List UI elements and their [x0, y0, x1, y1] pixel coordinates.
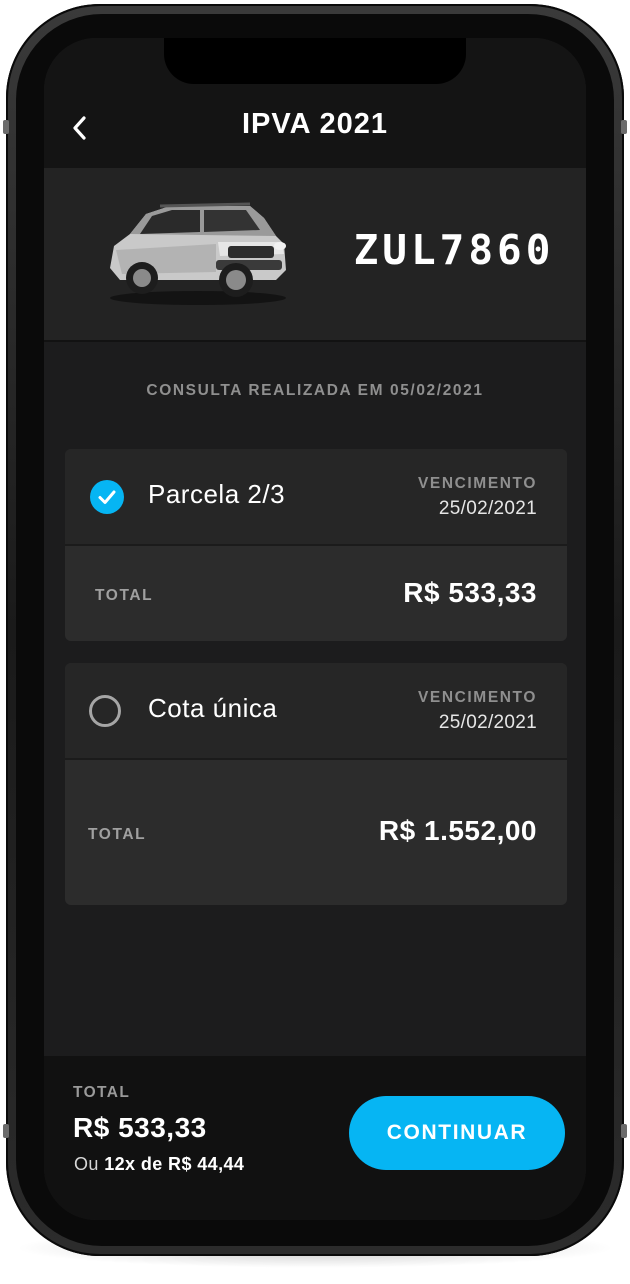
- option-header: Parcela 2/3 VENCIMENTO 25/02/2021: [65, 449, 567, 546]
- side-button-right-top: [621, 120, 627, 134]
- due-date: 25/02/2021: [438, 498, 537, 519]
- checkmark-icon: [98, 490, 116, 504]
- option-label: Cota única: [148, 693, 278, 723]
- vehicle-card: ZUL7860: [44, 168, 586, 342]
- installments-text: Ou 12x de R$ 44,44: [74, 1154, 244, 1175]
- consulta-date-text: CONSULTA REALIZADA EM 05/02/2021: [146, 382, 484, 399]
- option-label: Parcela 2/3: [148, 479, 286, 509]
- option-header: Cota única VENCIMENTO 25/02/2021: [65, 663, 567, 760]
- due-label: VENCIMENTO: [417, 475, 537, 492]
- due-label: VENCIMENTO: [417, 689, 537, 706]
- side-button-left-bottom: [3, 1124, 9, 1138]
- side-button-left-top: [3, 120, 9, 134]
- footer-total-value: R$ 533,33: [73, 1112, 207, 1143]
- installments-prefix: Ou: [74, 1154, 99, 1174]
- option-total-value: R$ 533,33: [403, 577, 537, 608]
- option-total-value: R$ 1.552,00: [378, 815, 537, 846]
- radio-checked-icon[interactable]: [90, 480, 124, 514]
- continue-button[interactable]: CONTINUAR: [349, 1096, 565, 1170]
- due-date: 25/02/2021: [438, 712, 537, 733]
- license-plate: ZUL7860: [353, 226, 555, 274]
- app-screen: IPVA 2021 ZUL7860 CONSULTA REALIZADA EM …: [44, 38, 586, 1220]
- footer-total-label: TOTAL: [73, 1084, 131, 1101]
- radio-unchecked-icon[interactable]: [89, 695, 121, 727]
- payment-option-parcela[interactable]: Parcela 2/3 VENCIMENTO 25/02/2021 TOTAL …: [65, 449, 567, 641]
- payment-option-cota-unica[interactable]: Cota única VENCIMENTO 25/02/2021 TOTAL R…: [65, 663, 567, 905]
- checkout-footer: TOTAL R$ 533,33 Ou 12x de R$ 44,44 CONTI…: [44, 1056, 586, 1220]
- side-button-right-bottom: [621, 1124, 627, 1138]
- phone-notch: [164, 38, 466, 84]
- car-image: [110, 202, 286, 305]
- page-title: IPVA 2021: [241, 108, 389, 140]
- installments-value: 12x de R$ 44,44: [104, 1154, 245, 1174]
- option-total-label: TOTAL: [88, 826, 147, 843]
- option-total-label: TOTAL: [95, 587, 154, 604]
